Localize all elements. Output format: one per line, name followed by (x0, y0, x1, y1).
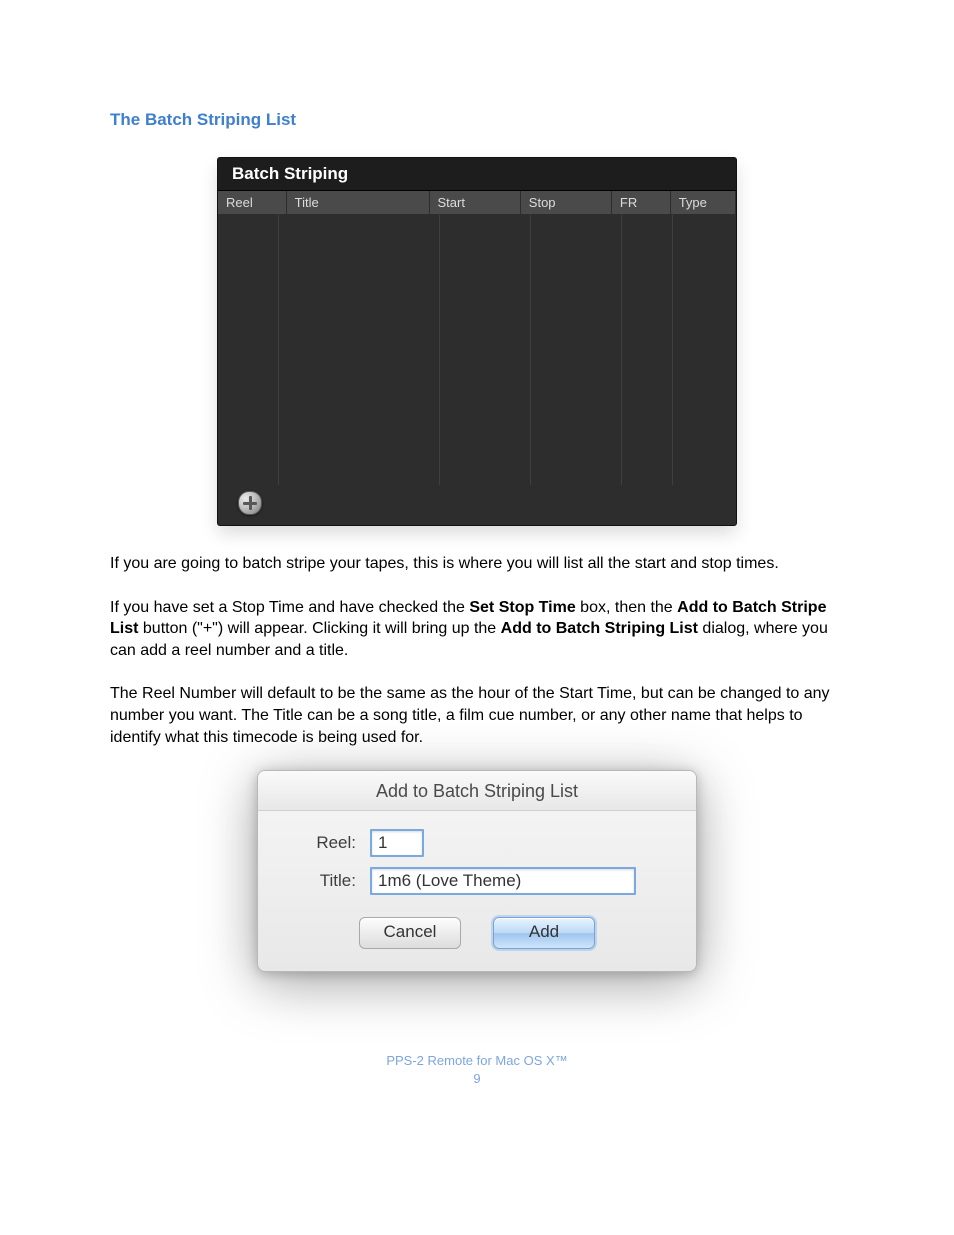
bold-text: Set Stop Time (469, 599, 575, 616)
column-header-fr[interactable]: FR (611, 191, 670, 215)
column-header-start[interactable]: Start (429, 191, 520, 215)
column-header-type[interactable]: Type (670, 191, 735, 215)
text: button ("+") will appear. Clicking it wi… (138, 620, 500, 637)
add-button[interactable]: Add (493, 917, 595, 949)
cancel-button[interactable]: Cancel (359, 917, 461, 949)
body-paragraph: If you have set a Stop Time and have che… (110, 597, 844, 662)
title-input[interactable] (370, 867, 636, 895)
footer-page-number: 9 (110, 1070, 844, 1088)
section-heading: The Batch Striping List (110, 110, 844, 130)
body-paragraph: The Reel Number will default to be the s… (110, 683, 844, 748)
page-footer: PPS-2 Remote for Mac OS X™ 9 (110, 1052, 844, 1088)
footer-product-line: PPS-2 Remote for Mac OS X™ (110, 1052, 844, 1070)
panel-title: Batch Striping (218, 158, 736, 191)
batch-striping-panel: Batch Striping Reel Title Start Stop FR … (218, 158, 736, 525)
add-to-batch-stripe-list-button[interactable] (238, 491, 262, 515)
title-label: Title: (286, 871, 356, 891)
column-header-stop[interactable]: Stop (520, 191, 611, 215)
table-body-empty (218, 215, 736, 485)
body-paragraph: If you are going to batch stripe your ta… (110, 553, 844, 575)
text: box, then the (576, 599, 677, 616)
bold-text: Add to Batch Striping List (501, 620, 698, 637)
column-header-title[interactable]: Title (286, 191, 429, 215)
reel-label: Reel: (286, 833, 356, 853)
dialog-title: Add to Batch Striping List (258, 771, 696, 811)
add-to-batch-striping-list-dialog: Add to Batch Striping List Reel: Title: … (257, 770, 697, 972)
reel-input[interactable] (370, 829, 424, 857)
text: If you have set a Stop Time and have che… (110, 599, 469, 616)
column-header-reel[interactable]: Reel (218, 191, 286, 215)
batch-striping-table: Reel Title Start Stop FR Type (218, 191, 736, 215)
